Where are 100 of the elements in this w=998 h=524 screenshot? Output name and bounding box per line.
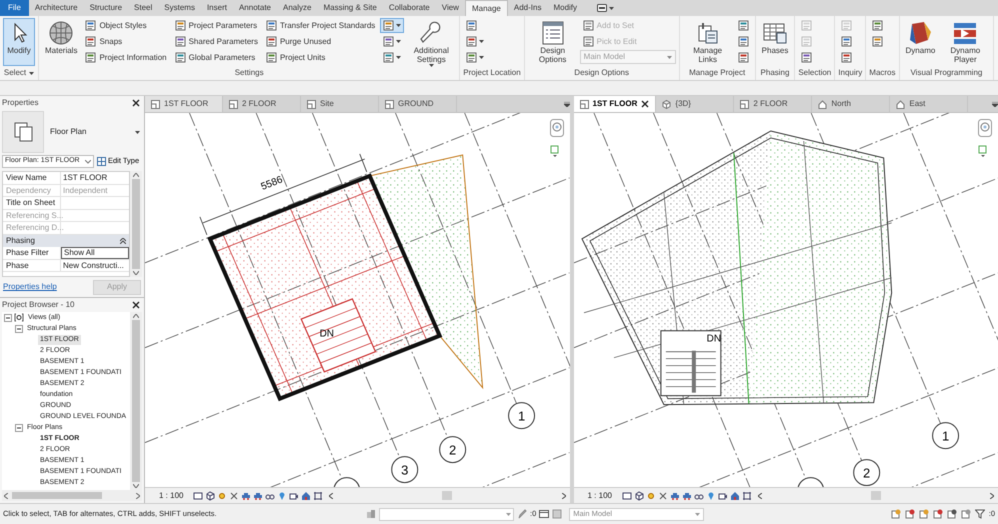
- ribbon-tab[interactable]: Insert: [200, 0, 233, 16]
- ribbon-tab[interactable]: Add-Ins: [508, 0, 548, 16]
- ribbon-button[interactable]: Snaps: [82, 34, 170, 49]
- ribbon-button[interactable]: Project Parameters: [172, 18, 261, 33]
- scroll-down-icon[interactable]: [133, 484, 139, 488]
- sheet-icon: [85, 20, 96, 31]
- scrollbar-thumb[interactable]: [12, 492, 102, 499]
- navigation-wheel-icon[interactable]: [550, 119, 564, 137]
- camera-icon[interactable]: [718, 490, 728, 500]
- scroll-right-icon[interactable]: [136, 492, 140, 498]
- zoom-icon[interactable]: [550, 145, 560, 157]
- ribbon-button[interactable]: Modify: [3, 18, 35, 66]
- house-icon[interactable]: [730, 490, 740, 500]
- property-group-header[interactable]: Phasing: [3, 234, 129, 247]
- scrollbar-thumb[interactable]: [870, 491, 881, 500]
- ribbon-tab[interactable]: Steel: [128, 0, 158, 16]
- sun-icon[interactable]: [646, 490, 656, 500]
- zoom-icon[interactable]: [978, 145, 988, 157]
- navigation-wheel-icon[interactable]: [978, 119, 992, 137]
- prism-icon: [907, 20, 934, 46]
- type-selector[interactable]: Floor Plan: [0, 110, 144, 154]
- drawing-tab[interactable]: 2 FLOOR: [223, 96, 301, 112]
- sheet-icon: [466, 36, 478, 47]
- car-icon[interactable]: [682, 490, 692, 500]
- sheet-icon: [174, 20, 186, 31]
- scroll-right-icon[interactable]: [562, 492, 566, 498]
- ribbon-tab[interactable]: Analyze: [277, 0, 318, 16]
- car-icon[interactable]: [670, 490, 680, 500]
- panel-menu-button[interactable]: [29, 72, 34, 74]
- help-link[interactable]: Properties help: [3, 282, 57, 292]
- scroll-down-icon[interactable]: [133, 271, 139, 275]
- close-icon[interactable]: [132, 301, 140, 309]
- drawing-tab[interactable]: GROUND: [379, 96, 457, 112]
- window-icon[interactable]: [539, 509, 550, 519]
- property-value[interactable]: Show All: [61, 247, 129, 258]
- frame-icon[interactable]: [742, 490, 752, 500]
- minus-box-icon[interactable]: [15, 324, 23, 332]
- cross-icon[interactable]: [658, 490, 668, 500]
- ribbon-tab[interactable]: Modify: [547, 0, 584, 16]
- property-value[interactable]: New Constructi...: [61, 260, 129, 271]
- ribbon-button[interactable]: Dynamo: [902, 18, 938, 66]
- minus-box-icon[interactable]: [15, 424, 23, 432]
- drawing-tab[interactable]: North: [812, 96, 890, 112]
- icon-button[interactable]: [380, 18, 404, 33]
- ribbon-button[interactable]: Transfer Project Standards: [262, 18, 378, 33]
- scale-label[interactable]: 1 : 100: [159, 490, 184, 500]
- cross-icon[interactable]: [229, 490, 240, 500]
- sheet-icon[interactable]: [622, 490, 632, 500]
- sheet-icon[interactable]: [193, 490, 204, 500]
- scrollbar-thumb[interactable]: [132, 320, 140, 482]
- scroll-right-icon[interactable]: [990, 492, 994, 498]
- cube-icon[interactable]: [634, 490, 644, 500]
- scroll-up-icon[interactable]: [133, 173, 139, 177]
- camera-icon[interactable]: [289, 490, 300, 500]
- ribbon-button[interactable]: Dynamo Player: [940, 18, 990, 66]
- drawing-tab[interactable]: {3D}: [656, 96, 734, 112]
- sun-icon[interactable]: [217, 490, 228, 500]
- drawing-tab[interactable]: 2 FLOOR: [734, 96, 812, 112]
- frame-icon[interactable]: [313, 490, 324, 500]
- ribbon-button[interactable]: Phases: [758, 18, 792, 66]
- scroll-left-icon[interactable]: [4, 492, 8, 498]
- drawing-tab[interactable]: Site: [301, 96, 379, 112]
- ribbon-button[interactable]: Project Information: [82, 50, 170, 65]
- property-value[interactable]: 1ST FLOOR: [61, 172, 129, 184]
- ribbon-button[interactable]: Materials: [42, 18, 80, 66]
- scrollbar-thumb[interactable]: [442, 491, 452, 500]
- close-icon[interactable]: [132, 99, 140, 107]
- ribbon-tab[interactable]: Systems: [158, 0, 201, 16]
- scroll-left-icon[interactable]: [758, 492, 762, 498]
- ribbon-button[interactable]: Shared Parameters: [172, 34, 261, 49]
- ribbon-button[interactable]: Design Options: [528, 18, 578, 66]
- scroll-up-icon[interactable]: [133, 314, 139, 318]
- application-menu-tab[interactable]: File: [0, 0, 29, 16]
- ribbon-button[interactable]: Manage Links: [682, 18, 733, 66]
- ribbon-button[interactable]: Project Units: [262, 50, 378, 65]
- cube-icon[interactable]: [205, 490, 216, 500]
- drawing-tab[interactable]: East: [890, 96, 968, 112]
- ribbon-tab[interactable]: Collaborate: [382, 0, 436, 16]
- ribbon-button[interactable]: Global Parameters: [172, 50, 261, 65]
- ribbon-tab[interactable]: View: [436, 0, 465, 16]
- scale-label[interactable]: 1 : 100: [588, 490, 612, 500]
- pencil-icon[interactable]: [517, 509, 527, 519]
- filter-icon[interactable]: [974, 509, 985, 519]
- ribbon-tab[interactable]: Structure: [84, 0, 128, 16]
- car-icon[interactable]: [241, 490, 252, 500]
- scroll-left-icon[interactable]: [329, 492, 334, 498]
- ribbon-button[interactable]: Additional Settings: [406, 18, 456, 66]
- ribbon-button[interactable]: Object Styles: [82, 18, 170, 33]
- minus-box-icon[interactable]: [4, 314, 12, 322]
- ribbon-tab[interactable]: Architecture: [28, 0, 84, 16]
- drawing-tab[interactable]: 1ST FLOOR: [145, 96, 223, 112]
- ribbon-tab[interactable]: Massing & Site: [317, 0, 383, 16]
- ribbon-tab[interactable]: Manage: [464, 0, 508, 16]
- car-icon[interactable]: [253, 490, 264, 500]
- ribbon-button[interactable]: Purge Unused: [262, 34, 378, 49]
- drawing-tab[interactable]: 1ST FLOOR: [574, 96, 656, 112]
- close-icon[interactable]: [641, 100, 650, 108]
- house-icon[interactable]: [301, 490, 312, 500]
- scrollbar-thumb[interactable]: [132, 179, 140, 269]
- ribbon-tab[interactable]: Annotate: [232, 0, 277, 16]
